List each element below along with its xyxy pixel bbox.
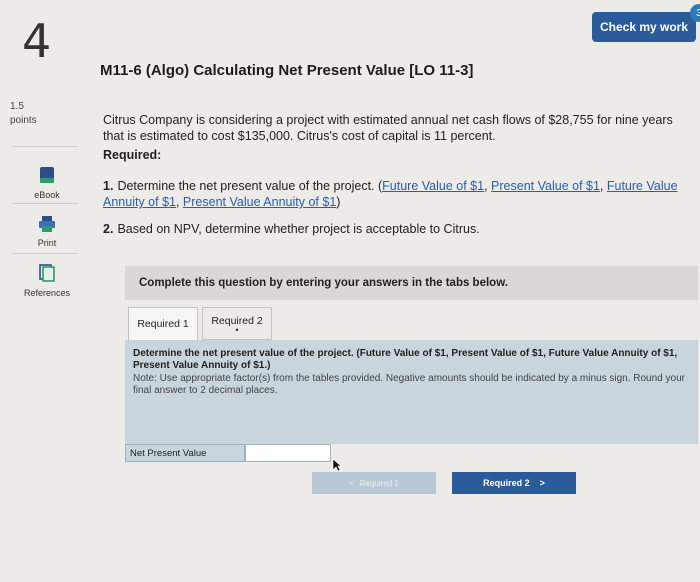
book-icon bbox=[40, 167, 54, 183]
problem-title: M11-6 (Algo) Calculating Net Present Val… bbox=[100, 62, 474, 79]
sidebar-divider bbox=[12, 203, 78, 204]
required-item-1: 1. Determine the net present value of the… bbox=[103, 179, 678, 209]
present-value-annuity-link[interactable]: Present Value Annuity of $1 bbox=[183, 195, 336, 209]
present-value-link[interactable]: Present Value of $1 bbox=[491, 179, 600, 193]
print-label: Print bbox=[37, 238, 57, 248]
mouse-cursor-icon bbox=[332, 458, 342, 472]
next-label: Required 2 bbox=[483, 478, 530, 488]
future-value-link[interactable]: Future Value of $1 bbox=[382, 179, 484, 193]
chevron-right-icon: > bbox=[539, 478, 545, 488]
question-panel: Determine the net present value of the p… bbox=[125, 340, 698, 444]
tab-status-dot: • bbox=[235, 324, 239, 335]
sidebar-divider bbox=[12, 253, 78, 254]
references-label: References bbox=[23, 288, 71, 298]
references-icon bbox=[39, 264, 55, 282]
points-info: 1.5 points bbox=[10, 100, 37, 128]
question-number: 4 bbox=[22, 14, 52, 68]
ebook-label: eBook bbox=[34, 190, 60, 200]
printer-icon bbox=[39, 216, 55, 232]
item-text: Determine the net present value of the p… bbox=[117, 179, 383, 193]
tab-required-2[interactable]: Required 2 • bbox=[202, 307, 272, 340]
sidebar-divider bbox=[12, 146, 78, 147]
print-link[interactable]: Print bbox=[8, 216, 86, 248]
item-close: ) bbox=[336, 195, 341, 209]
panel-question: Determine the net present value of the p… bbox=[133, 348, 678, 371]
tab-label: Required 1 bbox=[137, 318, 189, 330]
item-number: 2. bbox=[103, 222, 114, 236]
points-label: points bbox=[10, 115, 37, 126]
answer-row: Net Present Value bbox=[125, 444, 335, 462]
item-number: 1. bbox=[103, 179, 114, 193]
previous-required-button[interactable]: < Required 1 bbox=[312, 472, 436, 494]
required-label: Required: bbox=[103, 148, 162, 162]
required-item-2: 2. Based on NPV, determine whether projec… bbox=[103, 222, 693, 236]
panel-note: Note: Use appropriate factor(s) from the… bbox=[133, 373, 685, 396]
points-value: 1.5 bbox=[10, 101, 24, 112]
problem-text: Citrus Company is considering a project … bbox=[103, 113, 673, 143]
ebook-link[interactable]: eBook bbox=[8, 166, 86, 200]
net-present-value-label: Net Present Value bbox=[125, 444, 245, 462]
item-text: Based on NPV, determine whether project … bbox=[117, 222, 480, 236]
next-required-button[interactable]: Required 2 > bbox=[452, 472, 576, 494]
complete-prompt: Complete this question by entering your … bbox=[125, 266, 698, 300]
net-present-value-input[interactable] bbox=[245, 444, 331, 462]
check-my-work-button[interactable]: Check my work bbox=[592, 12, 696, 42]
chevron-left-icon: < bbox=[349, 478, 354, 488]
references-link[interactable]: References bbox=[8, 264, 86, 298]
tab-required-1[interactable]: Required 1 bbox=[128, 307, 198, 340]
prev-label: Required 1 bbox=[359, 478, 399, 488]
